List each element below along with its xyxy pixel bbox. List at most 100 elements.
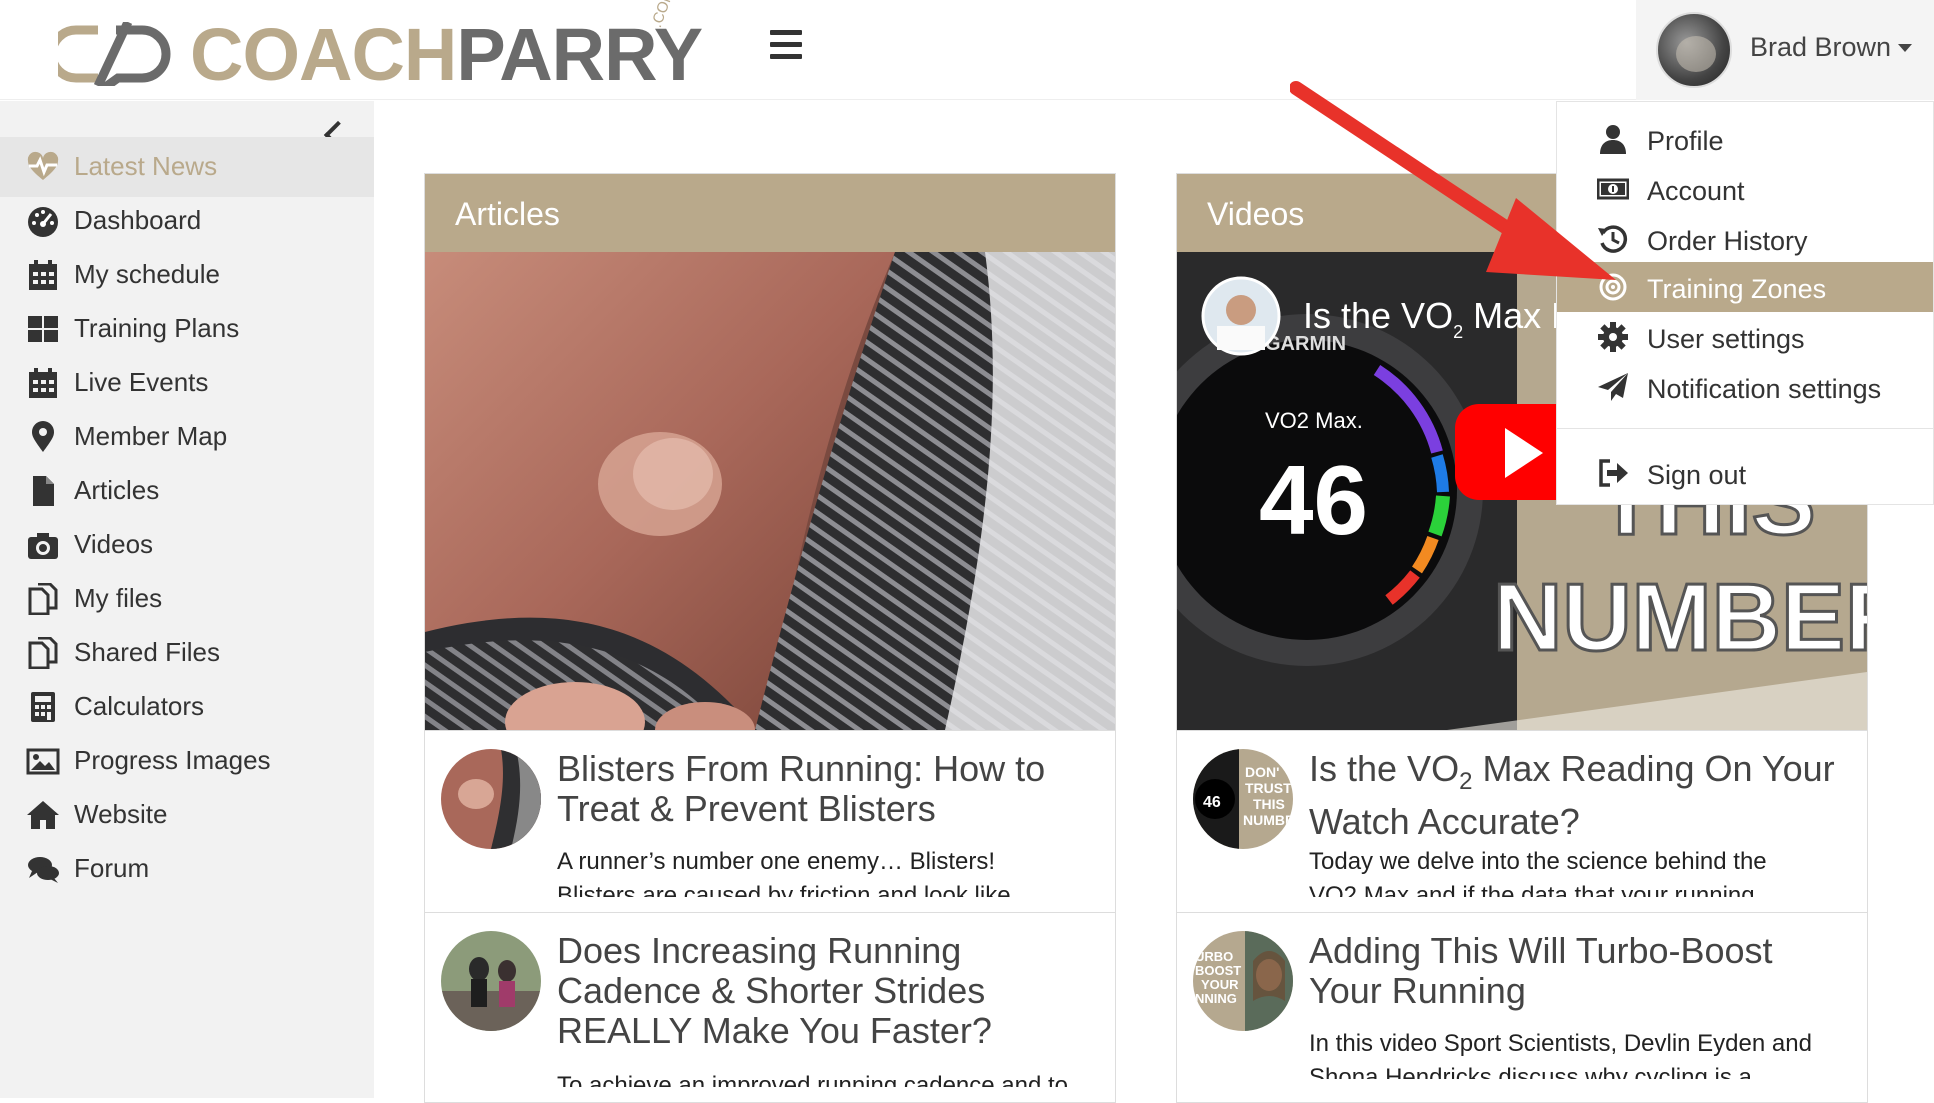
bullseye-icon <box>1599 273 1627 301</box>
articles-hero-image[interactable] <box>425 252 1115 730</box>
sidebar-item-shared-files[interactable]: Shared Files <box>0 623 374 683</box>
sidebar-item-member-map[interactable]: Member Map <box>0 407 374 467</box>
video-overlay-word-2: NUMBER <box>1493 564 1867 671</box>
blister-foot-photo <box>425 252 1115 730</box>
gear-icon <box>1598 322 1628 352</box>
sidebar-item-my-schedule[interactable]: My schedule <box>0 245 374 305</box>
calendar-icon <box>29 368 57 398</box>
copy-icon <box>28 583 58 615</box>
sidebar-item-label: Training Plans <box>74 313 240 343</box>
thumbnail-caption-4: NUMBE <box>1243 812 1293 828</box>
top-navbar: COACHPARRY .COM Brad Brown <box>0 0 1934 100</box>
coachparry-logo[interactable]: COACHPARRY .COM <box>58 0 703 92</box>
sidebar-item-label: My files <box>74 583 163 613</box>
sidebar-item-label: Dashboard <box>74 205 202 235</box>
menu-item-profile[interactable]: Profile <box>1557 114 1933 164</box>
sidebar-item-label: Calculators <box>74 691 205 721</box>
menu-item-order-history[interactable]: Order History <box>1557 214 1933 264</box>
avatar <box>1656 12 1732 88</box>
video-title[interactable]: Is the VO2 Max Reading On Your Watch Acc… <box>1309 748 1849 842</box>
sidebar-item-articles[interactable]: Articles <box>0 461 374 521</box>
user-name: Brad Brown <box>1750 32 1892 62</box>
sidebar-item-label: Videos <box>74 529 154 559</box>
sidebar-item-live-events[interactable]: Live Events <box>0 353 374 413</box>
sidebar-item-label: My schedule <box>74 259 220 289</box>
videos-card-title: Videos <box>1207 196 1305 232</box>
video-thumbnail: URBO BOOST YOUR NNING <box>1193 931 1293 1031</box>
user-menu-toggle[interactable]: Brad Brown <box>1636 0 1934 100</box>
copy-icon <box>28 637 58 669</box>
sidebar-item-label: Shared Files <box>74 637 220 667</box>
sidebar-item-my-files[interactable]: My files <box>0 569 374 629</box>
menu-item-label: Sign out <box>1647 460 1747 490</box>
articles-card-title: Articles <box>455 196 560 232</box>
thumbnail-caption-3: THIS <box>1253 796 1285 812</box>
home-icon <box>27 801 59 829</box>
thumbnail-caption-3: YOUR <box>1201 977 1239 992</box>
logo-wordmark: COACHPARRY <box>190 18 703 92</box>
map-marker-icon <box>32 421 54 452</box>
menu-divider <box>1557 428 1933 429</box>
menu-item-notification-settings[interactable]: Notification settings <box>1557 362 1933 412</box>
menu-item-label: Order History <box>1647 226 1808 256</box>
article-thumbnail <box>441 931 541 1031</box>
sidebar-item-latest-news[interactable]: Latest News <box>0 137 374 197</box>
sidebar-item-training-plans[interactable]: Training Plans <box>0 299 374 359</box>
calculator-icon <box>31 692 55 722</box>
watch-metric-label: VO2 Max. <box>1265 408 1363 433</box>
logo-coach-text: COACH <box>190 13 457 96</box>
video-title[interactable]: Adding This Will Turbo-Boost Your Runnin… <box>1309 931 1849 1011</box>
coachparry-logo-mark-icon <box>58 22 171 86</box>
sidebar-item-label: Forum <box>74 853 150 883</box>
grid-icon <box>28 316 58 342</box>
sidebar-item-videos[interactable]: Videos <box>0 515 374 575</box>
article-excerpt: A runner’s number one enemy… Blisters! <box>557 848 995 875</box>
thumbnail-caption-1: URBO <box>1195 949 1233 964</box>
video-item-vo2max[interactable]: 46 DON' TRUST THIS NUMBE Is the VO2 Max Read… <box>1177 730 1867 912</box>
sidebar-item-calculators[interactable]: Calculators <box>0 677 374 737</box>
articles-card-header: Articles <box>425 174 1115 252</box>
thumbnail-caption-2: TRUST <box>1245 780 1292 796</box>
menu-item-user-settings[interactable]: User settings <box>1557 312 1933 362</box>
article-title[interactable]: Does Increasing Running Cadence & Shorte… <box>557 931 1097 1051</box>
article-excerpt-continued: To achieve an improved running cadence a… <box>557 1072 1069 1087</box>
comments-icon <box>28 857 59 883</box>
articles-card: Articles Blisters From Running: How to T… <box>424 173 1116 1103</box>
menu-item-sign-out[interactable]: Sign out <box>1557 448 1933 498</box>
sidebar-item-label: Latest News <box>74 151 218 181</box>
video-excerpt-continued: Shona Hendricks discuss why cycling is a <box>1309 1064 1752 1079</box>
article-item-blisters[interactable]: Blisters From Running: How to Treat & Pr… <box>425 730 1115 912</box>
camera-icon <box>28 533 58 559</box>
sidebar-item-dashboard[interactable]: Dashboard <box>0 191 374 251</box>
heartbeat-icon <box>27 151 59 180</box>
caret-down-icon <box>1898 44 1912 52</box>
article-title[interactable]: Blisters From Running: How to Treat & Pr… <box>557 749 1097 829</box>
sidebar-item-label: Website <box>74 799 168 829</box>
thumbnail-value: 46 <box>1203 794 1221 811</box>
sidebar-item-progress-images[interactable]: Progress Images <box>0 731 374 791</box>
sidebar-item-label: Member Map <box>74 421 228 451</box>
thumbnail-caption-1: DON' <box>1245 764 1279 780</box>
thumbnail-caption-2: BOOST <box>1195 963 1241 978</box>
sidebar-item-label: Progress Images <box>74 745 271 775</box>
article-item-cadence[interactable]: Does Increasing Running Cadence & Shorte… <box>425 912 1115 1094</box>
menu-item-training-zones[interactable]: Training Zones <box>1557 262 1933 312</box>
video-excerpt-continued: VO2 Max and if the data that your runnin… <box>1309 882 1755 897</box>
video-item-turbo-boost[interactable]: URBO BOOST YOUR NNING Adding This Will Turb… <box>1177 912 1867 1094</box>
video-title-part: Is the VO <box>1309 748 1460 789</box>
user-dropdown-menu: Profile Account Order History Training Z… <box>1556 101 1934 505</box>
sidebar-item-label: Articles <box>74 475 160 505</box>
sidebar-item-forum[interactable]: Forum <box>0 839 374 899</box>
sidebar-item-website[interactable]: Website <box>0 785 374 845</box>
video-thumbnail: 46 DON' TRUST THIS NUMBE <box>1193 749 1293 849</box>
menu-item-label: Profile <box>1647 126 1724 156</box>
menu-item-label: Training Zones <box>1647 274 1827 304</box>
video-excerpt: In this video Sport Scientists, Devlin E… <box>1309 1030 1812 1057</box>
sign-out-icon <box>1599 459 1628 487</box>
history-icon <box>1598 225 1628 253</box>
menu-item-account[interactable]: Account <box>1557 164 1933 214</box>
calendar-icon <box>29 260 57 290</box>
hamburger-menu-icon[interactable] <box>770 30 806 64</box>
video-overlay-title: Is the VO2 Max R <box>1303 295 1577 342</box>
menu-item-label: Account <box>1647 176 1745 206</box>
